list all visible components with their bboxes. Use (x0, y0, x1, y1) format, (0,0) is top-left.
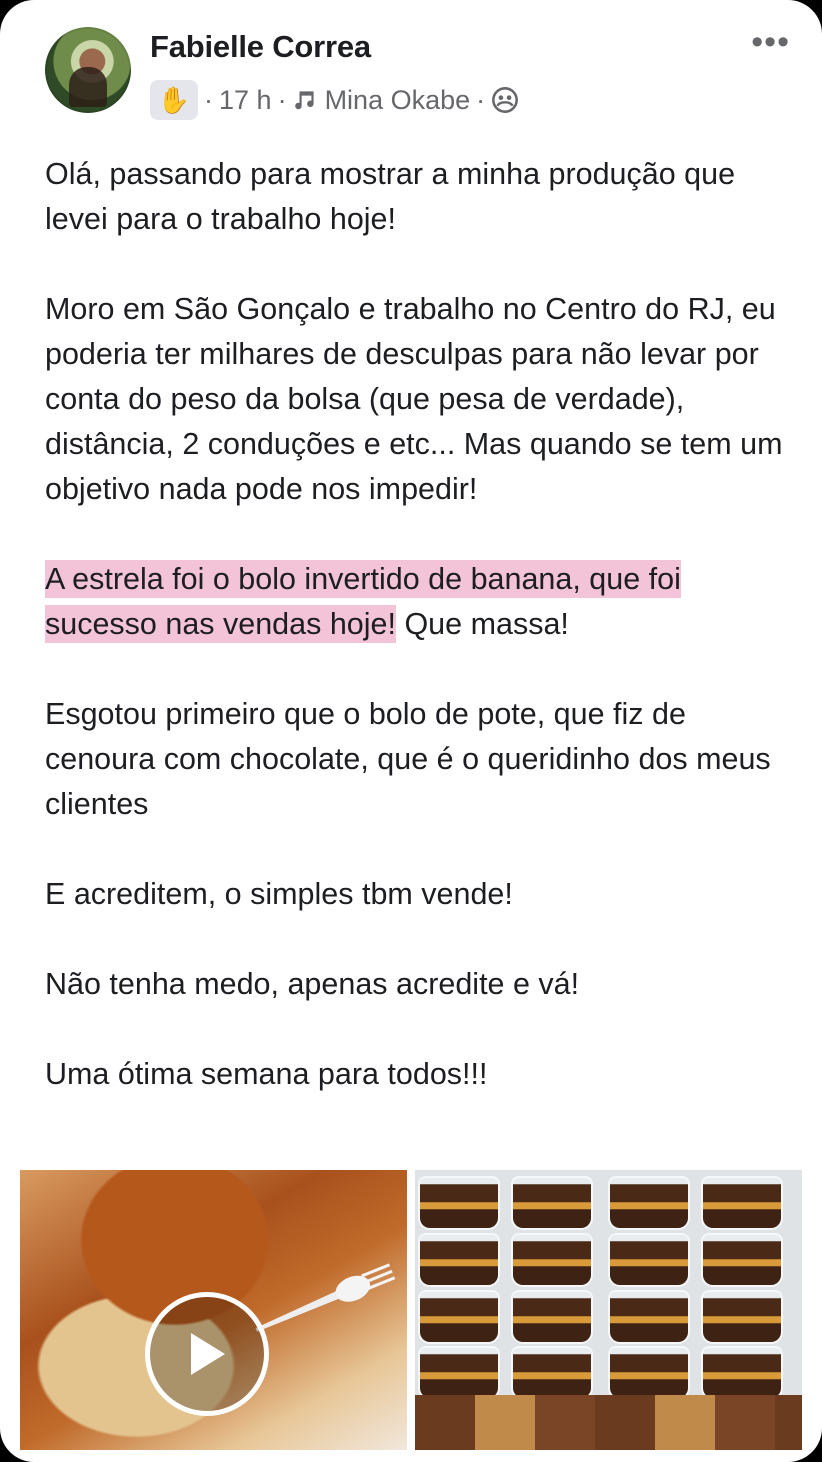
play-icon (191, 1333, 225, 1375)
cup-image (420, 1348, 498, 1398)
post-time[interactable]: 17 h (219, 85, 272, 116)
separator-dot: · (277, 84, 287, 115)
waving-hand-icon: ✋ (150, 80, 198, 120)
post-paragraph: Moro em São Gonçalo e trabalho no Centro… (45, 292, 783, 506)
post-meta: ✋ · 17 h · Mina Okabe · (150, 80, 519, 120)
cup-image (703, 1178, 781, 1228)
highlighted-text: A estrela foi o bolo invertido de banana… (45, 560, 681, 643)
post-paragraph: Não tenha medo, apenas acredite e vá! (45, 967, 580, 1001)
photo-cake-cups[interactable] (415, 1170, 802, 1450)
cup-image (513, 1292, 591, 1342)
cup-image (420, 1178, 498, 1228)
cup-image (703, 1235, 781, 1285)
cake-slices-image (415, 1395, 802, 1450)
facebook-post-card: Fabielle Correa ••• ✋ · 17 h · Mina Okab… (0, 0, 822, 1462)
separator-dot: · (204, 84, 213, 115)
cup-image (513, 1178, 591, 1228)
post-header: Fabielle Correa ••• ✋ · 17 h · Mina Okab… (45, 25, 792, 122)
paragraph-tail: Que massa! (395, 607, 569, 641)
separator-dot: · (476, 84, 486, 115)
post-paragraph: Esgotou primeiro que o bolo de pote, que… (45, 697, 771, 821)
cup-image (610, 1348, 688, 1398)
cup-image (513, 1235, 591, 1285)
author-avatar[interactable] (45, 27, 131, 113)
cup-image (513, 1348, 591, 1398)
cup-image (420, 1292, 498, 1342)
post-text: Olá, passando para mostrar a minha produ… (45, 152, 790, 1142)
cup-image (610, 1292, 688, 1342)
fork-image (255, 1263, 396, 1332)
play-button[interactable] (145, 1292, 269, 1416)
cup-image (703, 1292, 781, 1342)
more-options-icon[interactable]: ••• (751, 25, 790, 59)
post-paragraph: Uma ótima semana para todos!!! (45, 1057, 488, 1091)
post-paragraph-highlighted: A estrela foi o bolo invertido de banana… (45, 557, 790, 647)
friends-audience-icon[interactable] (491, 86, 519, 114)
music-track-name[interactable]: Mina Okabe (325, 85, 471, 116)
cup-image (610, 1178, 688, 1228)
video-thumbnail-cake[interactable] (20, 1170, 407, 1450)
author-name[interactable]: Fabielle Correa (150, 29, 371, 65)
post-paragraph: Olá, passando para mostrar a minha produ… (45, 157, 736, 236)
cup-image (420, 1235, 498, 1285)
cup-image (703, 1348, 781, 1398)
music-note-icon (294, 91, 314, 110)
post-paragraph: E acreditem, o simples tbm vende! (45, 877, 513, 911)
cup-image (610, 1235, 688, 1285)
